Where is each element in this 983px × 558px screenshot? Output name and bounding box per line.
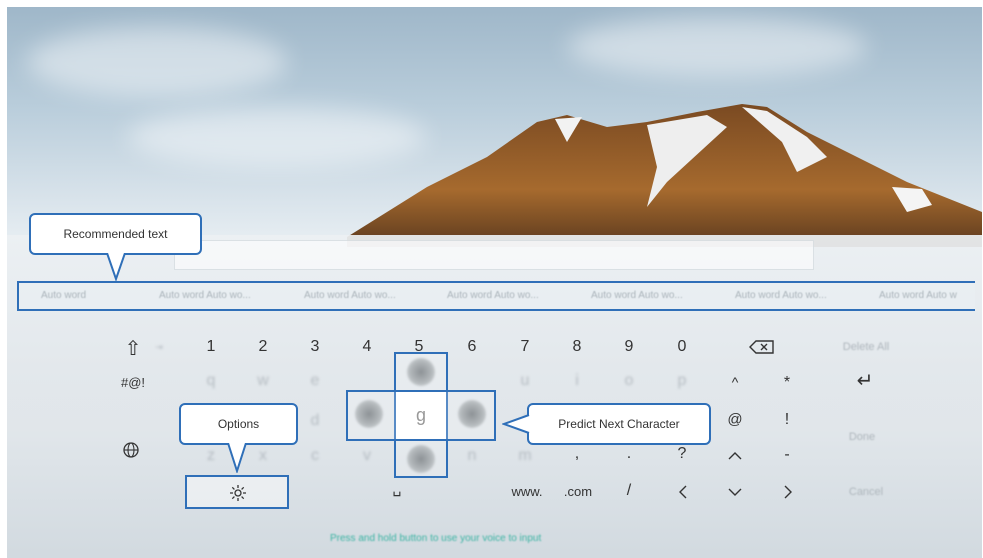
arrow-up-icon[interactable] — [727, 451, 743, 461]
key-u[interactable]: u — [510, 372, 540, 390]
delete-all-button[interactable]: Delete All — [826, 341, 906, 353]
key-o[interactable]: o — [614, 372, 644, 390]
key-q[interactable]: q — [196, 372, 226, 390]
key-m[interactable]: m — [510, 447, 540, 465]
mountain-image — [347, 104, 982, 247]
key-v[interactable]: v — [352, 447, 382, 465]
recommended-text-callout: Recommended text — [29, 213, 202, 255]
options-button[interactable] — [185, 475, 289, 509]
space-key[interactable]: ␣ — [382, 480, 412, 497]
arrow-right-icon[interactable] — [783, 484, 793, 500]
key-9[interactable]: 9 — [614, 338, 644, 356]
key-d[interactable]: d — [300, 412, 330, 430]
key-at[interactable]: @ — [720, 411, 750, 428]
key-exclaim[interactable]: ! — [772, 411, 802, 429]
key-8[interactable]: 8 — [562, 338, 592, 356]
predict-left[interactable] — [355, 400, 383, 428]
predict-next-character-callout: Predict Next Character — [527, 403, 711, 445]
gear-icon — [230, 485, 246, 501]
key-i[interactable]: i — [562, 372, 592, 390]
key-slash[interactable]: / — [614, 482, 644, 500]
callout-pointer — [502, 414, 530, 434]
key-asterisk[interactable]: * — [772, 374, 802, 392]
done-button[interactable]: Done — [822, 431, 902, 443]
key-1[interactable]: 1 — [196, 338, 226, 356]
callout-label: Recommended text — [63, 227, 168, 241]
key-x[interactable]: x — [248, 447, 278, 465]
symbols-key[interactable]: #@! — [116, 375, 150, 390]
key-4[interactable]: 4 — [352, 338, 382, 356]
recommended-word[interactable]: Auto word — [41, 290, 86, 301]
globe-icon[interactable] — [122, 441, 140, 459]
key-dash[interactable]: - — [772, 446, 802, 464]
key-caret[interactable]: ^ — [720, 374, 750, 390]
enter-key[interactable]: ↵ — [850, 368, 880, 393]
key-3[interactable]: 3 — [300, 338, 330, 356]
key-z[interactable]: z — [196, 447, 226, 465]
recommended-word[interactable]: Auto word Auto w — [879, 290, 957, 301]
recommended-word[interactable]: Auto word Auto wo... — [447, 290, 539, 301]
callout-pointer — [106, 253, 126, 281]
recommended-word[interactable]: Auto word Auto wo... — [304, 290, 396, 301]
recommended-text-row: Auto word Auto word Auto wo... Auto word… — [17, 281, 975, 311]
voice-hint-text: Press and hold button to use your voice … — [330, 533, 542, 544]
recommended-word[interactable]: Auto word Auto wo... — [159, 290, 251, 301]
predict-center-char: g — [415, 405, 426, 425]
callout-pointer — [227, 443, 247, 473]
arrow-down-icon[interactable] — [727, 487, 743, 497]
key-p[interactable]: p — [667, 372, 697, 390]
backspace-icon[interactable] — [749, 339, 775, 355]
key-e[interactable]: e — [300, 372, 330, 390]
predict-down[interactable] — [407, 445, 435, 473]
key-comma[interactable]: , — [562, 445, 592, 463]
shift-lock-indicator: ⇥ — [155, 342, 163, 352]
key-6[interactable]: 6 — [457, 338, 487, 356]
recommended-word[interactable]: Auto word Auto wo... — [735, 290, 827, 301]
recommended-word[interactable]: Auto word Auto wo... — [591, 290, 683, 301]
key-n[interactable]: n — [457, 447, 487, 465]
key-c[interactable]: c — [300, 447, 330, 465]
com-key[interactable]: .com — [556, 484, 600, 499]
arrow-left-icon[interactable] — [678, 484, 688, 500]
cancel-button[interactable]: Cancel — [826, 486, 906, 498]
key-7[interactable]: 7 — [510, 338, 540, 356]
callout-label: Predict Next Character — [558, 417, 680, 431]
key-w[interactable]: w — [248, 372, 278, 390]
www-key[interactable]: www. — [505, 484, 549, 499]
key-question[interactable]: ? — [667, 445, 697, 463]
callout-label: Options — [217, 417, 260, 431]
text-input[interactable] — [174, 240, 814, 270]
options-callout: Options — [179, 403, 298, 445]
key-period[interactable]: . — [614, 445, 644, 463]
key-2[interactable]: 2 — [248, 338, 278, 356]
predict-up[interactable] — [407, 358, 435, 386]
predict-right[interactable] — [458, 400, 486, 428]
key-0[interactable]: 0 — [667, 338, 697, 356]
